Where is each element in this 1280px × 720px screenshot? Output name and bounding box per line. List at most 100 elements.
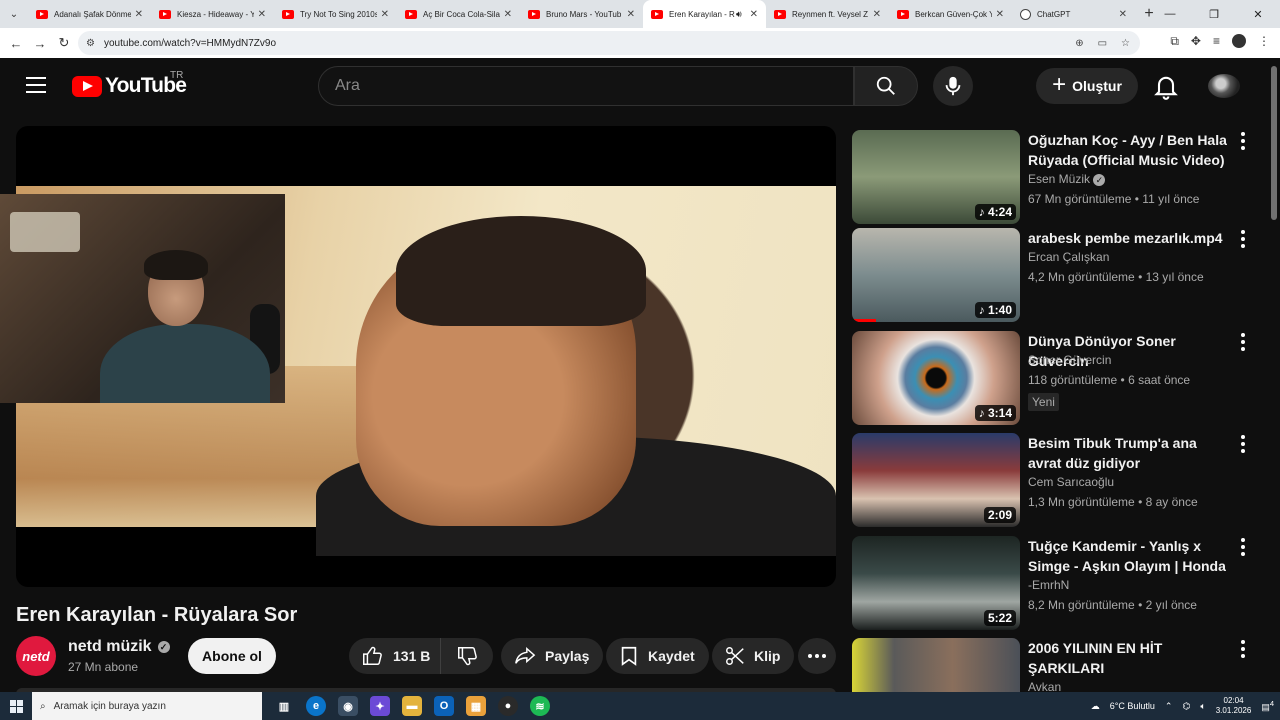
recommendation-title[interactable]: arabesk pembe mezarlık.mp4 [1028, 228, 1228, 248]
tray-chevron-icon[interactable]: ⌃ [1165, 701, 1173, 712]
close-tab-icon[interactable]: ✕ [135, 9, 143, 20]
browser-tab[interactable]: Bruno Mars - YouTub ✕ [520, 0, 643, 28]
reading-list-icon[interactable]: ≡ [1213, 34, 1220, 49]
zoom-icon[interactable]: ⊕ [1075, 38, 1083, 49]
more-actions-button[interactable] [798, 638, 836, 674]
weather-text[interactable]: 6°C Bulutlu [1110, 701, 1155, 711]
recommendation-channel[interactable]: Soner Güvercin [1028, 353, 1111, 367]
task-view-icon[interactable]: ▥ [274, 696, 294, 716]
video-thumbnail[interactable]: ♪ 4:24 [852, 130, 1020, 224]
chrome-icon[interactable]: ◉ [338, 696, 358, 716]
audio-playing-icon[interactable]: 🔊︎ [736, 9, 742, 20]
channel-name[interactable]: netd müzik [68, 638, 152, 656]
close-tab-icon[interactable]: ✕ [381, 9, 389, 20]
recommendation-title[interactable]: Besim Tibuk Trump'a ana avrat düz gidiyo… [1028, 433, 1228, 473]
browser-profile-icon[interactable] [1232, 34, 1246, 48]
recommendation-channel[interactable]: Cem Sarıcaoğlu [1028, 475, 1114, 489]
cast-icon[interactable]: ▭ [1098, 38, 1107, 49]
minimize-icon[interactable]: — [1148, 0, 1192, 28]
forward-icon[interactable]: → [28, 36, 52, 51]
close-tab-icon[interactable]: ✕ [1119, 9, 1127, 20]
youtube-logo[interactable]: YouTube [72, 74, 187, 98]
notification-icon[interactable]: ▤4 [1261, 699, 1274, 713]
recommendation-channel[interactable]: Ercan Çalışkan [1028, 250, 1109, 264]
weather-icon[interactable]: ☁ [1091, 701, 1100, 712]
reload-icon[interactable]: ↻ [52, 35, 76, 51]
dislike-button[interactable] [441, 638, 493, 674]
channel-avatar[interactable]: netd [16, 636, 56, 676]
create-button[interactable]: + Oluştur [1036, 68, 1138, 104]
browser-tab[interactable]: Aç Bir Coca Cola-Sila ✕ [397, 0, 520, 28]
recommendation-menu-icon[interactable] [1240, 132, 1246, 150]
notifications-button[interactable] [1152, 72, 1180, 100]
browser-tab[interactable]: Try Not To Sing 2010s ✕ [274, 0, 397, 28]
browser-tab[interactable]: Eren Karayılan - R 🔊︎ ✕ [643, 0, 766, 28]
page-scrollbar[interactable] [1268, 58, 1280, 692]
video-thumbnail[interactable]: 5:22 [852, 536, 1020, 630]
puzzle-icon[interactable]: ✥ [1191, 34, 1201, 49]
menu-icon[interactable] [26, 77, 46, 95]
recommendation-channel[interactable]: -EmrhN [1028, 578, 1069, 592]
bookmark-star-icon[interactable]: ☆ [1121, 38, 1130, 49]
copilot-icon[interactable]: ✦ [370, 696, 390, 716]
spotify-icon[interactable]: ≋ [530, 696, 550, 716]
tab-search-icon[interactable]: ⌄ [0, 0, 28, 28]
voice-search-button[interactable] [933, 66, 973, 106]
recommendation-menu-icon[interactable] [1240, 538, 1246, 556]
account-avatar[interactable] [1208, 74, 1240, 98]
recommendation-item[interactable]: 2:09 Besim Tibuk Trump'a ana avrat düz gi… [852, 433, 1262, 527]
recommendation-title[interactable]: Oğuzhan Koç - Ayy / Ben Hala Rüyada (Off… [1028, 130, 1228, 170]
close-tab-icon[interactable]: ✕ [504, 9, 512, 20]
obs-icon[interactable]: ● [498, 696, 518, 716]
close-window-icon[interactable]: ✕ [1236, 0, 1280, 28]
video-thumbnail[interactable]: ♪ 3:14 [852, 331, 1020, 425]
share-button[interactable]: Paylaş [501, 638, 604, 674]
url-field[interactable]: ⚙ youtube.com/watch?v=HMMydN7Zv9o ⊕ ▭ ☆ [78, 31, 1140, 55]
recommendation-menu-icon[interactable] [1240, 333, 1246, 351]
recommendation-menu-icon[interactable] [1240, 435, 1246, 453]
browser-tab[interactable]: Kiesza - Hideaway - Y ✕ [151, 0, 274, 28]
volume-icon[interactable]: 🔈︎ [1200, 701, 1205, 712]
outlook-icon[interactable]: O [434, 696, 454, 716]
browser-tab[interactable]: ChatGPT ✕ [1012, 0, 1135, 28]
save-button[interactable]: Kaydet [606, 638, 709, 674]
browser-tab[interactable]: Adanalı Şafak Dönme ✕ [28, 0, 151, 28]
clock[interactable]: 02:04 3.01.2026 [1216, 696, 1252, 716]
close-tab-icon[interactable]: ✕ [996, 9, 1004, 20]
recommendation-item[interactable]: 5:22 Tuğçe Kandemir - Yanlış x Simge - Aş… [852, 536, 1262, 630]
close-tab-icon[interactable]: ✕ [873, 9, 881, 20]
subscribe-button[interactable]: Abone ol [188, 638, 276, 674]
edge-icon[interactable]: e [306, 696, 326, 716]
video-thumbnail[interactable] [852, 638, 1020, 692]
like-button[interactable]: 131 B [349, 638, 441, 674]
clip-button[interactable]: Klip [712, 638, 795, 674]
recommendation-channel[interactable]: Avkan [1028, 680, 1061, 692]
recommendation-title[interactable]: Tuğçe Kandemir - Yanlış x Simge - Aşkın … [1028, 536, 1228, 576]
close-tab-icon[interactable]: ✕ [750, 9, 758, 20]
recommendation-item[interactable]: 2006 YILININ EN HİT ŞARKILARI Avkan [852, 638, 1262, 692]
browser-tab[interactable]: Reynmen ft. Veysel Z ✕ [766, 0, 889, 28]
close-tab-icon[interactable]: ✕ [258, 9, 266, 20]
recommendation-channel[interactable]: Esen Müzik [1028, 172, 1090, 186]
recommendation-menu-icon[interactable] [1240, 230, 1246, 248]
maximize-icon[interactable]: ❐ [1192, 0, 1236, 28]
file-explorer-icon[interactable]: ▬ [402, 696, 422, 716]
windows-start-icon[interactable] [0, 692, 32, 720]
video-thumbnail[interactable]: 2:09 [852, 433, 1020, 527]
search-input[interactable] [335, 77, 853, 95]
channel-name-row[interactable]: netd müzik ✓ [68, 638, 170, 656]
browser-tab[interactable]: Berkcan Güven-Çok Y ✕ [889, 0, 1012, 28]
recommendation-item[interactable]: ♪ 4:24 Oğuzhan Koç - Ayy / Ben Hala Rüyad… [852, 130, 1262, 224]
extension-icon[interactable]: ⧉ [1170, 34, 1179, 49]
network-icon[interactable]: ⌬ [1182, 701, 1190, 712]
recommendation-item[interactable]: ♪ 1:40 arabesk pembe mezarlık.mp4 Ercan Ça… [852, 228, 1262, 322]
site-info-icon[interactable]: ⚙ [86, 38, 95, 49]
taskbar-search[interactable]: ⌕ Aramak için buraya yazın [32, 692, 262, 720]
recommendation-menu-icon[interactable] [1240, 640, 1246, 658]
search-button[interactable] [854, 66, 918, 106]
close-tab-icon[interactable]: ✕ [627, 9, 635, 20]
recommendation-title[interactable]: 2006 YILININ EN HİT ŞARKILARI [1028, 638, 1228, 678]
store-icon[interactable]: ▦ [466, 696, 486, 716]
video-thumbnail[interactable]: ♪ 1:40 [852, 228, 1020, 322]
scrollbar-thumb[interactable] [1271, 66, 1277, 220]
